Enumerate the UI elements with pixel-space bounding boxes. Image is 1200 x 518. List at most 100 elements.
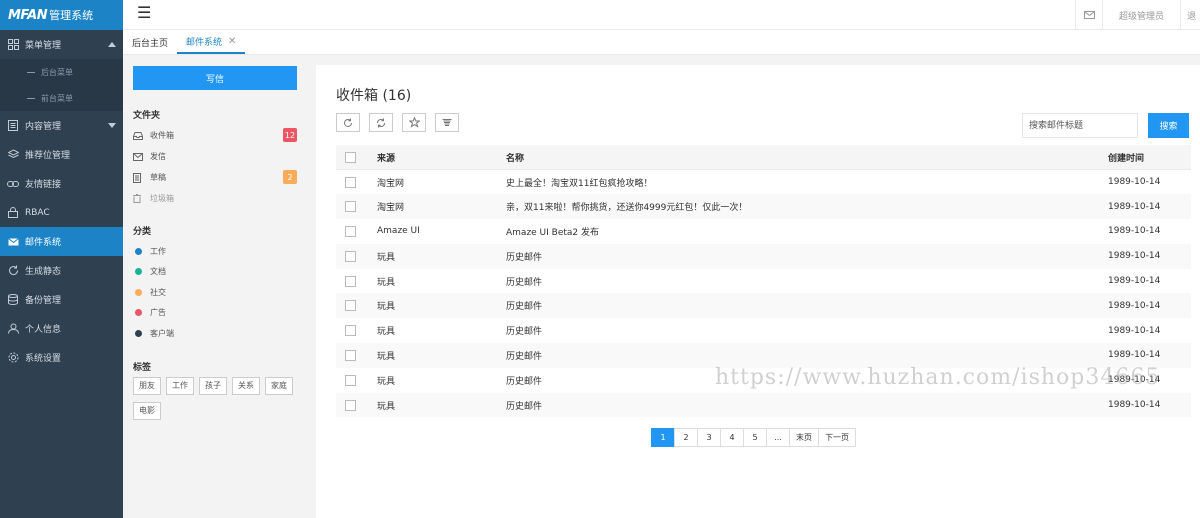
sidebar-item-user[interactable]: 个人信息 [0, 314, 123, 343]
row-checkbox[interactable] [345, 349, 356, 361]
logo[interactable]: MFAN 管理系统 [0, 0, 123, 30]
row-checkbox[interactable] [345, 201, 356, 213]
table-row[interactable]: 玩具 历史邮件 1989-10-14 [336, 293, 1191, 319]
select-all-checkbox[interactable] [345, 151, 356, 163]
sidebar: MFAN 管理系统 菜单管理后台菜单 前台菜单 内容管理 推荐位管理 友情链接 RBAC 邮… [0, 0, 123, 518]
cell-from: 淘宝网 [377, 194, 506, 220]
cell-date: 1989-10-14 [1108, 293, 1191, 319]
sidebar-item-document[interactable]: 内容管理 [0, 111, 123, 140]
column-date[interactable]: 创建时间 [1108, 145, 1191, 170]
sidebar-item-label: 备份管理 [25, 296, 62, 306]
category-item[interactable]: 广告 [133, 303, 306, 324]
table-row[interactable]: 玩具 历史邮件 1989-10-14 [336, 392, 1191, 418]
sidebar-item-database[interactable]: 备份管理 [0, 285, 123, 314]
table-row[interactable]: 淘宝网 史上最全！淘宝双11红包疯抢攻略！ 1989-10-14 [336, 170, 1191, 195]
row-checkbox[interactable] [345, 250, 356, 262]
tag-chip[interactable]: 朋友 [133, 376, 161, 395]
category-item[interactable]: 客户端 [133, 323, 306, 344]
tag-chip[interactable]: 工作 [166, 376, 194, 395]
cell-name[interactable]: Amaze UI Beta2 发布 [506, 219, 1108, 244]
inbox-icon [133, 131, 144, 140]
sidebar-item-mail[interactable]: 邮件系统 [0, 227, 123, 256]
folder-item[interactable]: 草稿 2 [133, 167, 297, 188]
sidebar-item-lock[interactable]: RBAC [0, 198, 123, 227]
cell-name[interactable]: 历史邮件 [506, 318, 1108, 343]
category-item[interactable]: 工作 [133, 241, 306, 262]
folder-item[interactable]: 发信 [133, 146, 297, 167]
row-checkbox[interactable] [345, 275, 356, 287]
tag-chip[interactable]: 家庭 [265, 376, 293, 395]
chevron-down-icon [108, 123, 116, 128]
tag-list: 朋友 工作 孩子 关系 家庭电影 [133, 376, 303, 427]
tab-home[interactable]: 后台主页 [123, 30, 177, 54]
sidebar-item-layers[interactable]: 推荐位管理 [0, 140, 123, 169]
sync-button[interactable] [369, 113, 393, 132]
folder-label: 收件箱 [150, 131, 174, 140]
search-button[interactable]: 搜索 [1148, 113, 1189, 138]
page-button[interactable]: 5 [743, 428, 767, 447]
refresh-button[interactable] [336, 113, 360, 132]
write-button[interactable]: 写信 [133, 66, 297, 90]
row-checkbox[interactable] [345, 225, 356, 237]
column-from[interactable]: 来源 [377, 145, 506, 170]
table-row[interactable]: Amaze UI Amaze UI Beta2 发布 1989-10-14 [336, 219, 1191, 244]
column-name[interactable]: 名称 [506, 145, 1108, 170]
sidebar-item-link[interactable]: 友情链接 [0, 169, 123, 198]
sidebar-item-refresh[interactable]: 生成静态 [0, 256, 123, 285]
page-button[interactable]: 下一页 [818, 428, 856, 447]
mail-icon[interactable] [1075, 0, 1102, 30]
folder-item[interactable]: 垃圾箱 [133, 188, 297, 209]
tag-chip[interactable]: 关系 [232, 376, 260, 395]
folder-label: 草稿 [150, 173, 166, 182]
table-row[interactable]: 玩具 历史邮件 1989-10-14 [336, 269, 1191, 294]
cell-name[interactable]: 历史邮件 [506, 269, 1108, 294]
row-checkbox[interactable] [345, 300, 356, 312]
tag-chip[interactable]: 电影 [133, 401, 161, 420]
checkbox-cell [336, 269, 377, 294]
cell-name[interactable]: 亲，双11来啦！帮你挑货，还送你4999元红包！仅此一次！ [506, 194, 1108, 220]
page-button[interactable]: 3 [697, 428, 721, 447]
category-dot-icon [135, 329, 142, 337]
page-button[interactable]: 1 [651, 428, 675, 447]
row-checkbox[interactable] [345, 399, 356, 411]
cell-name[interactable]: 历史邮件 [506, 243, 1108, 269]
table-row[interactable]: 淘宝网 亲，双11来啦！帮你挑货，还送你4999元红包！仅此一次！ 1989-10-… [336, 194, 1191, 220]
star-icon [408, 117, 420, 128]
page-button[interactable]: 末页 [789, 428, 819, 447]
hamburger-icon[interactable]: ☰ [137, 3, 151, 22]
inbox-toolbar [336, 113, 468, 132]
submenu-item[interactable]: 后台菜单 [0, 59, 123, 85]
cell-name[interactable]: 历史邮件 [506, 392, 1108, 418]
user-menu[interactable]: 超级管理员 [1102, 0, 1180, 30]
submenu-item[interactable]: 前台菜单 [0, 85, 123, 111]
page-button[interactable]: 2 [674, 428, 698, 447]
search-input[interactable] [1022, 113, 1138, 138]
row-checkbox[interactable] [345, 325, 356, 337]
top-bar: ☰ 超级管理员 退 [123, 0, 1200, 30]
row-checkbox[interactable] [345, 374, 356, 386]
gear-icon [7, 352, 19, 364]
cell-from: 玩具 [377, 277, 396, 288]
sidebar-item-gear[interactable]: 系统设置 [0, 343, 123, 372]
category-item[interactable]: 文档 [133, 262, 306, 283]
row-checkbox[interactable] [345, 176, 356, 188]
tag-chip[interactable]: 孩子 [199, 376, 227, 395]
cell-name[interactable]: 历史邮件 [506, 293, 1108, 319]
cell-date: 1989-10-14 [1108, 226, 1161, 237]
table-row[interactable]: 玩具 历史邮件 1989-10-14 [336, 318, 1191, 343]
sidebar-item-label: 菜单管理 [25, 41, 62, 51]
star-button[interactable] [402, 113, 426, 132]
folder-item[interactable]: 收件箱 12 [133, 125, 297, 146]
tab-mail[interactable]: 邮件系统 ✕ [177, 30, 246, 54]
table-row[interactable]: 玩具 历史邮件 1989-10-14 [336, 243, 1191, 269]
trash-button[interactable] [435, 113, 459, 132]
tab-label: 邮件系统 [186, 37, 223, 48]
category-item[interactable]: 社交 [133, 282, 306, 303]
cell-date: 1989-10-14 [1108, 325, 1161, 336]
cell-name[interactable]: 史上最全！淘宝双11红包疯抢攻略！ [506, 170, 1108, 195]
sidebar-item-grid[interactable]: 菜单管理 [0, 30, 123, 59]
page-button[interactable]: ... [766, 428, 790, 447]
close-icon[interactable]: ✕ [228, 36, 236, 47]
logout-link[interactable]: 退 [1180, 0, 1200, 30]
page-button[interactable]: 4 [720, 428, 744, 447]
